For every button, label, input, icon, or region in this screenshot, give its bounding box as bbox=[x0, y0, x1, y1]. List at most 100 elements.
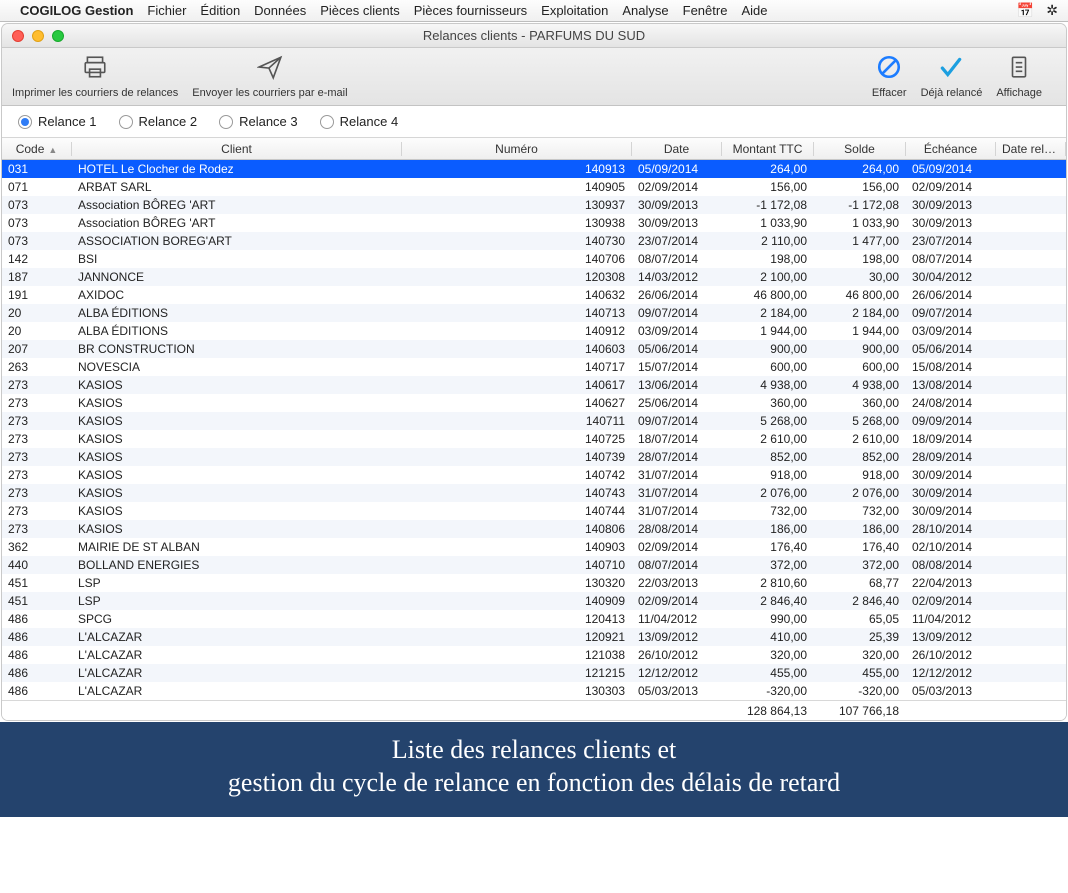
cell-client: L'ALCAZAR bbox=[72, 666, 402, 680]
menu-exploitation[interactable]: Exploitation bbox=[541, 3, 608, 18]
table-row[interactable]: 273KASIOS14072518/07/20142 610,002 610,0… bbox=[2, 430, 1066, 448]
cell-numero: 140627 bbox=[402, 396, 632, 410]
col-header-client[interactable]: Client bbox=[72, 142, 402, 156]
cell-montant: 46 800,00 bbox=[722, 288, 814, 302]
cell-date: 13/06/2014 bbox=[632, 378, 722, 392]
table-row[interactable]: 073ASSOCIATION BOREG'ART14073023/07/2014… bbox=[2, 232, 1066, 250]
print-button[interactable]: Imprimer les courriers de relances bbox=[12, 54, 178, 99]
table-row[interactable]: 073Association BÔREG 'ART13093830/09/201… bbox=[2, 214, 1066, 232]
cell-solde: 30,00 bbox=[814, 270, 906, 284]
cell-code: 273 bbox=[2, 432, 72, 446]
menu-pieces-fournisseurs[interactable]: Pièces fournisseurs bbox=[414, 3, 527, 18]
table-row[interactable]: 263NOVESCIA14071715/07/2014600,00600,001… bbox=[2, 358, 1066, 376]
table-row[interactable]: 486L'ALCAZAR12121512/12/2012455,00455,00… bbox=[2, 664, 1066, 682]
sort-asc-icon: ▲ bbox=[48, 145, 57, 155]
total-solde: 107 766,18 bbox=[814, 704, 906, 718]
cell-date: 15/07/2014 bbox=[632, 360, 722, 374]
radio-relance-3[interactable]: Relance 3 bbox=[219, 114, 298, 129]
app-name[interactable]: COGILOG Gestion bbox=[20, 3, 133, 18]
cell-client: LSP bbox=[72, 594, 402, 608]
cell-code: 486 bbox=[2, 684, 72, 698]
cell-echeance: 02/09/2014 bbox=[906, 594, 996, 608]
menu-edition[interactable]: Édition bbox=[200, 3, 240, 18]
table-row[interactable]: 273KASIOS14061713/06/20144 938,004 938,0… bbox=[2, 376, 1066, 394]
table-row[interactable]: 187JANNONCE12030814/03/20122 100,0030,00… bbox=[2, 268, 1066, 286]
table-row[interactable]: 486L'ALCAZAR13030305/03/2013-320,00-320,… bbox=[2, 682, 1066, 700]
table-row[interactable]: 073Association BÔREG 'ART13093730/09/201… bbox=[2, 196, 1066, 214]
cell-solde: 2 610,00 bbox=[814, 432, 906, 446]
cell-montant: 852,00 bbox=[722, 450, 814, 464]
table-row[interactable]: 273KASIOS14073928/07/2014852,00852,0028/… bbox=[2, 448, 1066, 466]
calendar-icon[interactable]: 📅 bbox=[1017, 2, 1034, 19]
cell-code: 273 bbox=[2, 396, 72, 410]
prohibit-icon bbox=[876, 54, 902, 85]
cell-solde: 360,00 bbox=[814, 396, 906, 410]
table-row[interactable]: 273KASIOS14074431/07/2014732,00732,0030/… bbox=[2, 502, 1066, 520]
cell-montant: 2 100,00 bbox=[722, 270, 814, 284]
clear-button[interactable]: Effacer bbox=[872, 54, 907, 99]
table-row[interactable]: 273KASIOS14074231/07/2014918,00918,0030/… bbox=[2, 466, 1066, 484]
cell-echeance: 08/08/2014 bbox=[906, 558, 996, 572]
relance-radio-group: Relance 1 Relance 2 Relance 3 Relance 4 bbox=[2, 106, 1066, 138]
menu-aide[interactable]: Aide bbox=[741, 3, 767, 18]
clear-label: Effacer bbox=[872, 87, 907, 99]
send-button[interactable]: Envoyer les courriers par e-mail bbox=[192, 54, 347, 99]
table-row[interactable]: 451LSP14090902/09/20142 846,402 846,4002… bbox=[2, 592, 1066, 610]
window-close-button[interactable] bbox=[12, 30, 24, 42]
table-row[interactable]: 142BSI14070608/07/2014198,00198,0008/07/… bbox=[2, 250, 1066, 268]
radio-relance-1[interactable]: Relance 1 bbox=[18, 114, 97, 129]
table-row[interactable]: 451LSP13032022/03/20132 810,6068,7722/04… bbox=[2, 574, 1066, 592]
table-row[interactable]: 071ARBAT SARL14090502/09/2014156,00156,0… bbox=[2, 178, 1066, 196]
table-row[interactable]: 273KASIOS14071109/07/20145 268,005 268,0… bbox=[2, 412, 1066, 430]
cell-solde: 264,00 bbox=[814, 162, 906, 176]
cell-montant: 900,00 bbox=[722, 342, 814, 356]
menu-fichier[interactable]: Fichier bbox=[147, 3, 186, 18]
menu-pieces-clients[interactable]: Pièces clients bbox=[320, 3, 399, 18]
menu-donnees[interactable]: Données bbox=[254, 3, 306, 18]
cell-client: Association BÔREG 'ART bbox=[72, 216, 402, 230]
menu-fenetre[interactable]: Fenêtre bbox=[683, 3, 728, 18]
table-row[interactable]: 273KASIOS14080628/08/2014186,00186,0028/… bbox=[2, 520, 1066, 538]
table-row[interactable]: 486SPCG12041311/04/2012990,0065,0511/04/… bbox=[2, 610, 1066, 628]
col-header-montant[interactable]: Montant TTC bbox=[722, 142, 814, 156]
col-header-echeance[interactable]: Échéance bbox=[906, 142, 996, 156]
table-row[interactable]: 440BOLLAND ENERGIES14071008/07/2014372,0… bbox=[2, 556, 1066, 574]
cell-date: 31/07/2014 bbox=[632, 504, 722, 518]
table-row[interactable]: 273KASIOS14074331/07/20142 076,002 076,0… bbox=[2, 484, 1066, 502]
table-row[interactable]: 486L'ALCAZAR12092113/09/2012410,0025,391… bbox=[2, 628, 1066, 646]
table-row[interactable]: 191AXIDOC14063226/06/201446 800,0046 800… bbox=[2, 286, 1066, 304]
menu-analyse[interactable]: Analyse bbox=[622, 3, 668, 18]
cell-numero: 140717 bbox=[402, 360, 632, 374]
radio-relance-2[interactable]: Relance 2 bbox=[119, 114, 198, 129]
table-row[interactable]: 486L'ALCAZAR12103826/10/2012320,00320,00… bbox=[2, 646, 1066, 664]
cell-echeance: 09/09/2014 bbox=[906, 414, 996, 428]
col-header-numero[interactable]: Numéro bbox=[402, 142, 632, 156]
radio-relance-4[interactable]: Relance 4 bbox=[320, 114, 399, 129]
table-row[interactable]: 20ALBA ÉDITIONS14091203/09/20141 944,001… bbox=[2, 322, 1066, 340]
col-header-solde[interactable]: Solde bbox=[814, 142, 906, 156]
col-header-daterelance[interactable]: Date relance bbox=[996, 142, 1066, 156]
cell-solde: 455,00 bbox=[814, 666, 906, 680]
display-button[interactable]: Affichage bbox=[996, 54, 1042, 99]
cell-echeance: 26/06/2014 bbox=[906, 288, 996, 302]
cell-code: 273 bbox=[2, 522, 72, 536]
cell-numero: 140743 bbox=[402, 486, 632, 500]
cell-code: 451 bbox=[2, 576, 72, 590]
table-row[interactable]: 362MAIRIE DE ST ALBAN14090302/09/2014176… bbox=[2, 538, 1066, 556]
cell-date: 02/09/2014 bbox=[632, 540, 722, 554]
printer-icon bbox=[82, 54, 108, 85]
cell-solde: 2 184,00 bbox=[814, 306, 906, 320]
cell-date: 08/07/2014 bbox=[632, 558, 722, 572]
gear-icon[interactable]: ✲ bbox=[1046, 2, 1058, 19]
col-header-code[interactable]: Code▲ bbox=[2, 142, 72, 156]
col-header-date[interactable]: Date bbox=[632, 142, 722, 156]
window-zoom-button[interactable] bbox=[52, 30, 64, 42]
done-button[interactable]: Déjà relancé bbox=[921, 54, 983, 99]
table-row[interactable]: 031HOTEL Le Clocher de Rodez14091305/09/… bbox=[2, 160, 1066, 178]
table-row[interactable]: 20ALBA ÉDITIONS14071309/07/20142 184,002… bbox=[2, 304, 1066, 322]
table-row[interactable]: 207BR CONSTRUCTION14060305/06/2014900,00… bbox=[2, 340, 1066, 358]
window-minimize-button[interactable] bbox=[32, 30, 44, 42]
table-row[interactable]: 273KASIOS14062725/06/2014360,00360,0024/… bbox=[2, 394, 1066, 412]
cell-client: SPCG bbox=[72, 612, 402, 626]
display-label: Affichage bbox=[996, 87, 1042, 99]
